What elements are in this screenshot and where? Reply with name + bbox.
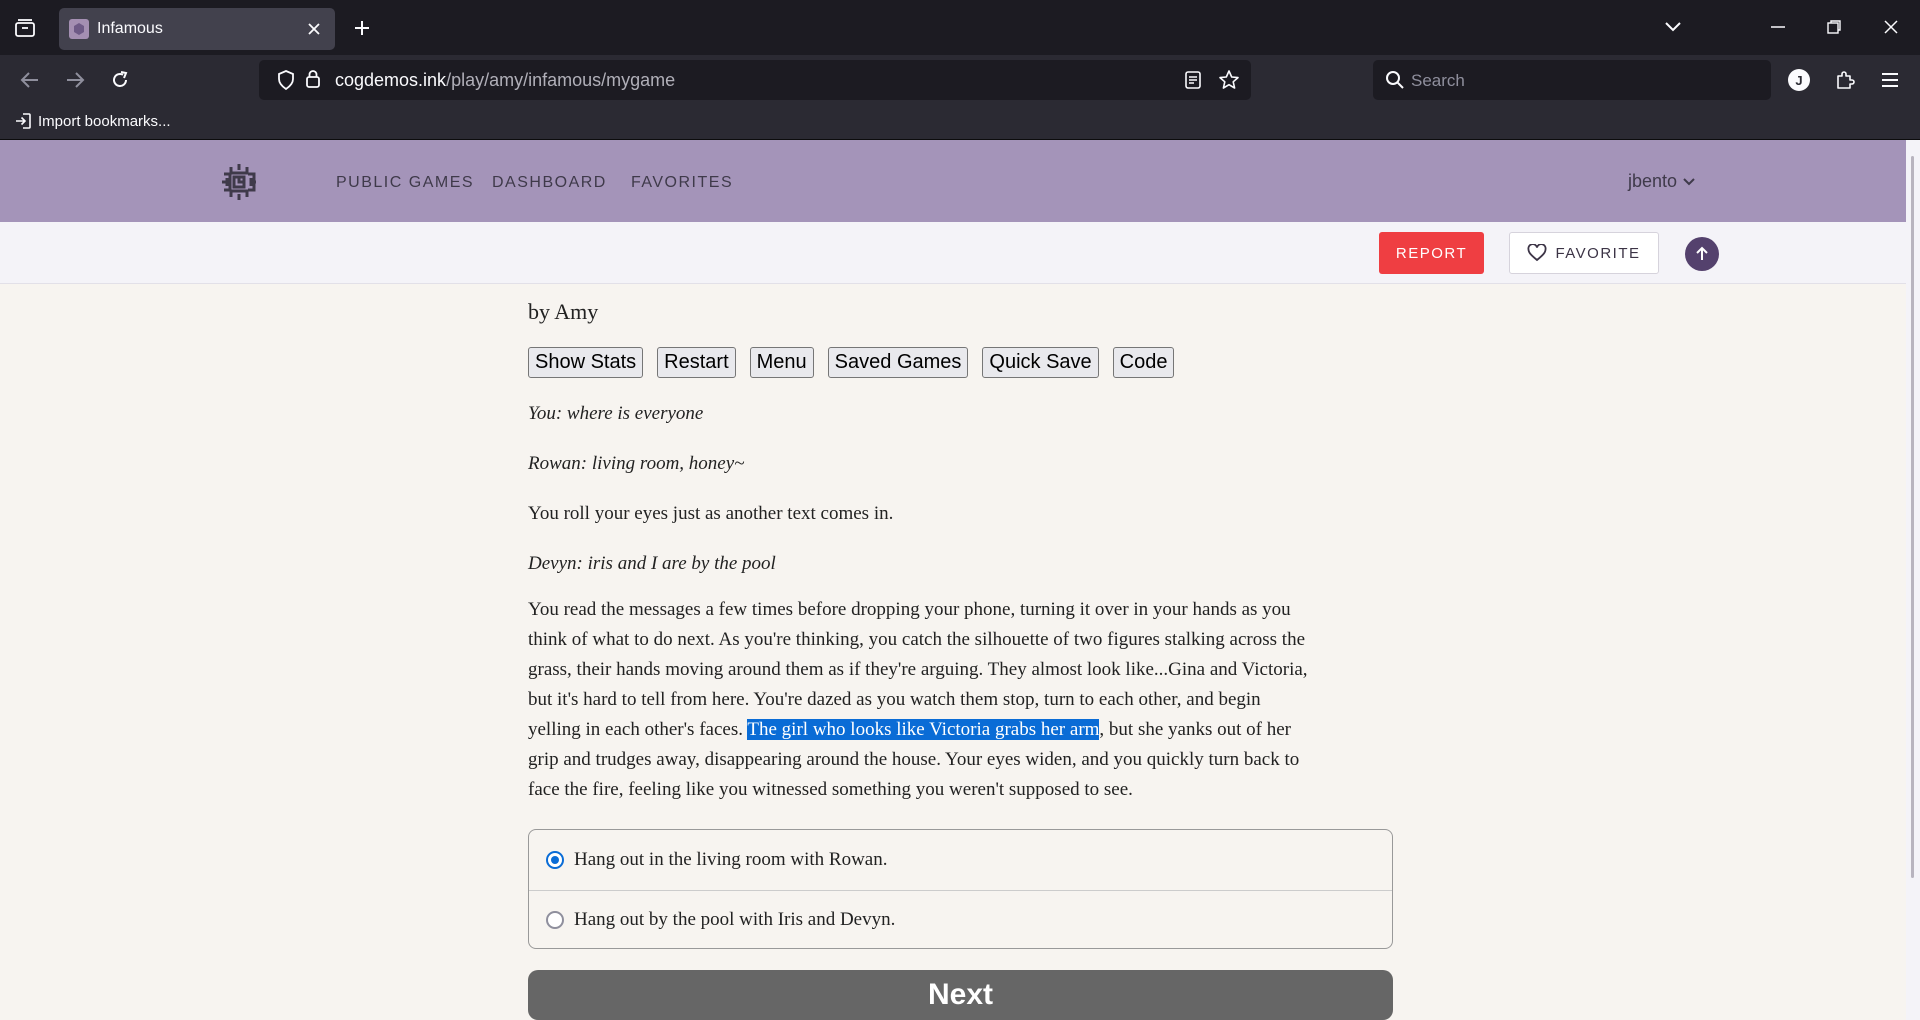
address-bar[interactable]: cogdemos.ink/play/amy/infamous/mygame [259, 60, 1251, 100]
game-byline: by Amy [528, 299, 599, 324]
paragraph-line: yelling in each other's faces. The girl … [528, 715, 1398, 745]
paragraph-text: yelling in each other's faces. [528, 719, 748, 740]
bookmarks-toolbar: Import bookmarks... [0, 105, 1920, 140]
next-button[interactable]: Next [528, 970, 1393, 1020]
nav-favorites[interactable]: FAVORITES [631, 174, 733, 192]
scroll-to-top-arrow-icon[interactable] [1685, 237, 1719, 271]
favorite-button[interactable]: FAVORITE [1509, 232, 1659, 274]
bookmark-star-icon[interactable] [1218, 69, 1240, 96]
nav-dashboard[interactable]: DASHBOARD [492, 174, 607, 192]
paragraph-line: but it's hard to tell from here. You're … [528, 689, 1261, 710]
saved-games-button[interactable]: Saved Games [827, 347, 969, 378]
chevron-down-icon [1683, 177, 1695, 186]
show-stats-button[interactable]: Show Stats [528, 347, 644, 378]
menu-button[interactable]: Menu [749, 347, 814, 378]
account-initial: J [1795, 73, 1802, 88]
choice-option[interactable]: Hang out in the living room with Rowan. [529, 830, 1392, 889]
tab-favicon-icon [69, 19, 89, 39]
lock-icon[interactable] [305, 69, 321, 94]
new-tab-plus-icon[interactable] [348, 14, 376, 42]
navigation-toolbar: cogdemos.ink/play/amy/infamous/mygame Se… [0, 55, 1920, 105]
firefox-view-icon[interactable] [10, 14, 40, 42]
choice-list: Hang out in the living room with Rowan. … [528, 829, 1393, 949]
heart-icon [1527, 244, 1547, 262]
url-path: /play/amy/infamous/mygame [446, 70, 676, 90]
paragraph-line: think of what to do next. As you're thin… [528, 629, 1306, 650]
story-paragraph: You roll your eyes just as another text … [528, 503, 894, 524]
close-window-icon[interactable] [1871, 10, 1911, 44]
restart-button[interactable]: Restart [657, 347, 736, 378]
code-button[interactable]: Code [1112, 347, 1175, 378]
text-message-devyn: Devyn: iris and I are by the pool [528, 553, 776, 574]
choice-option[interactable]: Hang out by the pool with Iris and Devyn… [529, 890, 1392, 949]
text-message-rowan: Rowan: living room, honey~ [528, 453, 745, 474]
search-icon [1385, 70, 1405, 95]
back-arrow-icon[interactable] [13, 63, 47, 97]
user-menu[interactable]: jbento [1628, 171, 1695, 192]
hamburger-menu-icon[interactable] [1873, 63, 1907, 97]
radio-button-selected[interactable] [546, 850, 564, 869]
choice-label: Hang out in the living room with Rowan. [574, 848, 888, 870]
import-icon [14, 112, 32, 130]
paragraph-line: grass, their hands moving around them as… [528, 659, 1308, 680]
game-button-row: Show Stats Restart Menu Saved Games Quic… [528, 347, 1175, 378]
game-action-bar: REPORT FAVORITE [0, 222, 1906, 284]
forward-arrow-icon[interactable] [58, 63, 92, 97]
story-paragraph-long: You read the messages a few times before… [528, 595, 1398, 805]
choicescript-logo-icon[interactable] [218, 161, 260, 203]
radio-button[interactable] [546, 911, 564, 929]
choice-label: Hang out by the pool with Iris and Devyn… [574, 909, 896, 930]
search-placeholder: Search [1411, 71, 1465, 90]
reload-icon[interactable] [103, 63, 137, 97]
list-all-tabs-chevron-icon[interactable] [1653, 10, 1693, 44]
minimize-icon[interactable] [1758, 10, 1798, 44]
browser-tab[interactable]: Infamous [59, 8, 335, 50]
selected-text[interactable]: The girl who looks like Victoria grabs h… [747, 719, 1100, 740]
quick-save-button[interactable]: Quick Save [982, 347, 1099, 378]
paragraph-line: grip and trudges away, disappearing arou… [528, 749, 1300, 770]
paragraph-line: face the fire, feeling like you witnesse… [528, 779, 1133, 800]
url-text[interactable]: cogdemos.ink/play/amy/infamous/mygame [335, 70, 675, 91]
nav-public-games[interactable]: PUBLIC GAMES [336, 174, 474, 192]
import-bookmarks-link[interactable]: Import bookmarks... [14, 112, 171, 130]
text-message-you: You: where is everyone [528, 403, 704, 424]
paragraph-line: You read the messages a few times before… [528, 599, 1291, 620]
paragraph-text: , but she yanks out of her [1099, 719, 1291, 740]
favorite-label: FAVORITE [1555, 244, 1641, 262]
url-host: cogdemos.ink [335, 70, 447, 90]
restore-window-icon[interactable] [1814, 10, 1854, 44]
reader-view-icon[interactable] [1184, 70, 1202, 95]
extensions-puzzle-icon[interactable] [1828, 63, 1862, 97]
close-tab-icon[interactable] [303, 18, 325, 40]
username: jbento [1628, 171, 1678, 191]
page-scrollbar-thumb[interactable] [1911, 156, 1914, 878]
site-header: PUBLIC GAMES DASHBOARD FAVORITES jbento [0, 140, 1906, 222]
report-button[interactable]: REPORT [1379, 232, 1484, 274]
account-avatar-icon[interactable]: J [1782, 63, 1816, 97]
tab-title: Infamous [97, 20, 163, 37]
search-bar[interactable]: Search [1373, 60, 1771, 100]
tab-bar: Infamous [0, 0, 1920, 55]
tracking-protection-shield-icon[interactable] [277, 70, 295, 95]
import-bookmarks-label: Import bookmarks... [38, 112, 171, 130]
